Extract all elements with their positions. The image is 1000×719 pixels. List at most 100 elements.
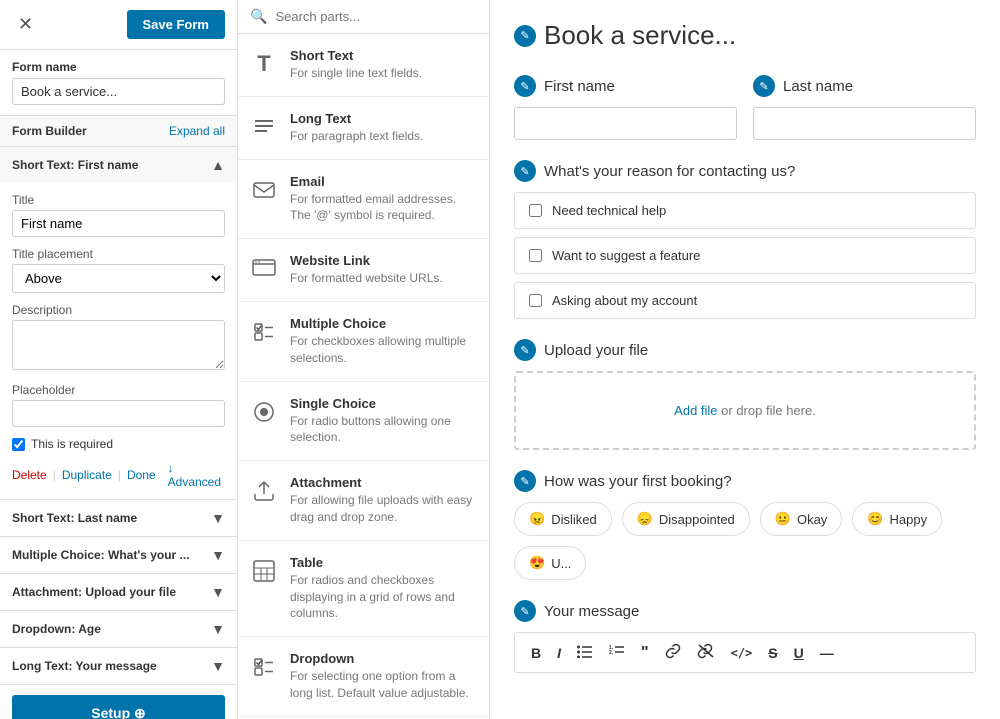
setup-button[interactable]: Setup ⊕ [12,695,225,719]
rating-disappointed[interactable]: 😞 Disappointed [622,502,750,536]
rating-happy[interactable]: 😊 Happy [852,502,942,536]
left-panel: ✕ Save Form Form name Form Builder Expan… [0,0,238,719]
placeholder-input[interactable] [12,400,225,427]
part-item-single-choice[interactable]: Single Choice For radio buttons allowing… [238,382,489,462]
unlink-button[interactable] [693,641,719,664]
name-section: ✎ First name ✎ Last name [514,75,976,140]
search-input[interactable] [275,9,477,24]
strikethrough-button[interactable]: S [764,643,781,663]
collapsed-field-header-1[interactable]: Multiple Choice: What's your ... ▼ [0,537,237,573]
duplicate-link[interactable]: Duplicate [62,468,112,482]
title-input[interactable] [12,210,225,237]
collapsed-field-header-2[interactable]: Attachment: Upload your file ▼ [0,574,237,610]
form-name-input[interactable] [12,78,225,105]
chevron-down-icon-2: ▼ [211,584,225,600]
part-item-attachment[interactable]: Attachment For allowing file uploads wit… [238,461,489,541]
part-item-dropdown[interactable]: Dropdown For selecting one option from a… [238,637,489,717]
rating-loved[interactable]: 😍 U... [514,546,586,580]
part-item-email[interactable]: Email For formatted email addresses. The… [238,160,489,240]
collapsed-field-0: Short Text: Last name ▼ [0,500,237,537]
quote-button[interactable]: " [637,642,653,664]
collapsed-field-label-0: Short Text: Last name [12,511,137,525]
last-name-input[interactable] [753,107,976,140]
first-name-label: First name [544,78,615,95]
name-two-col: ✎ First name ✎ Last name [514,75,976,140]
svg-text:2.: 2. [609,650,614,656]
reason-checkbox-0[interactable] [529,204,542,217]
form-name-label: Form name [12,60,225,74]
reason-option-label-0: Need technical help [552,203,666,218]
title-row: Title [12,193,225,237]
unordered-list-button[interactable] [573,642,597,663]
upload-edit-icon[interactable]: ✎ [514,339,536,361]
description-textarea[interactable] [12,320,225,370]
collapsed-field-header-4[interactable]: Long Text: Your message ▼ [0,648,237,684]
table-desc: For radios and checkboxes displaying in … [290,572,477,622]
placement-select[interactable]: Above Below Hidden [12,264,225,293]
collapsed-field-header-3[interactable]: Dropdown: Age ▼ [0,611,237,647]
title-edit-icon[interactable]: ✎ [514,25,536,47]
left-header: ✕ Save Form [0,0,237,50]
collapsed-field-header-0[interactable]: Short Text: Last name ▼ [0,500,237,536]
code-button[interactable]: </> [727,644,757,662]
first-name-input[interactable] [514,107,737,140]
reason-checkbox-2[interactable] [529,294,542,307]
delete-link[interactable]: Delete [12,468,47,482]
link-button[interactable] [661,641,685,664]
ordered-list-button[interactable]: 1.2. [605,642,629,663]
last-name-field: ✎ Last name [753,75,976,140]
add-file-link[interactable]: Add file [674,403,717,418]
advanced-link[interactable]: ↓ Advanced [168,461,225,489]
attachment-desc: For allowing file uploads with easy drag… [290,492,477,526]
form-name-section: Form name [0,50,237,115]
dropdown-name: Dropdown [290,651,477,666]
expanded-field-header[interactable]: Short Text: First name ▲ [0,147,237,183]
multiple-choice-desc: For checkboxes allowing multiple selecti… [290,333,477,367]
booking-edit-icon[interactable]: ✎ [514,470,536,492]
part-item-short-text[interactable]: T Short Text For single line text fields… [238,34,489,97]
part-item-table[interactable]: Table For radios and checkboxes displayi… [238,541,489,637]
first-name-edit-icon[interactable]: ✎ [514,75,536,97]
last-name-edit-icon[interactable]: ✎ [753,75,775,97]
upload-area[interactable]: Add file or drop file here. [514,371,976,450]
expanded-field-item: Short Text: First name ▲ Title Title pla… [0,147,237,500]
placement-row: Title placement Above Below Hidden [12,247,225,293]
reason-option-1: Want to suggest a feature [514,237,976,274]
rating-disliked[interactable]: 😠 Disliked [514,502,612,536]
title-label: Title [12,193,225,207]
editor-toolbar: B I 1.2. " </> S U — [514,632,976,673]
reason-checkbox-1[interactable] [529,249,542,262]
underline-button[interactable]: U [790,643,808,663]
chevron-down-icon-4: ▼ [211,658,225,674]
expand-all-link[interactable]: Expand all [169,124,225,138]
save-form-button[interactable]: Save Form [127,10,225,39]
italic-button[interactable]: I [553,643,565,663]
right-panel: ✎ Book a service... ✎ First name ✎ Last … [490,0,1000,719]
required-row: This is required [12,437,225,451]
message-edit-icon[interactable]: ✎ [514,600,536,622]
part-item-long-text[interactable]: Long Text For paragraph text fields. [238,97,489,160]
reason-edit-icon[interactable]: ✎ [514,160,536,182]
website-link-desc: For formatted website URLs. [290,270,477,287]
upload-suffix: or drop file here. [718,403,816,418]
multiple-choice-name: Multiple Choice [290,316,477,331]
part-item-website-link[interactable]: Website Link For formatted website URLs. [238,239,489,302]
website-link-icon [250,255,278,283]
single-choice-icon [250,398,278,426]
collapsed-field-4: Long Text: Your message ▼ [0,648,237,685]
part-item-multiple-choice[interactable]: Multiple Choice For checkboxes allowing … [238,302,489,382]
reason-option-label-2: Asking about my account [552,293,697,308]
hr-button[interactable]: — [816,643,838,663]
required-checkbox[interactable] [12,438,25,451]
close-button[interactable]: ✕ [12,12,39,37]
chevron-down-icon-0: ▼ [211,510,225,526]
disappointed-emoji: 😞 [637,511,653,527]
upload-label: Upload your file [544,342,648,359]
rating-okay[interactable]: 😐 Okay [760,502,843,536]
long-text-icon [250,113,278,141]
bold-button[interactable]: B [527,643,545,663]
disappointed-label: Disappointed [659,512,735,527]
done-link[interactable]: Done [127,468,156,482]
middle-panel: 🔍 T Short Text For single line text fiel… [238,0,490,719]
expanded-field-body: Title Title placement Above Below Hidden… [0,183,237,499]
